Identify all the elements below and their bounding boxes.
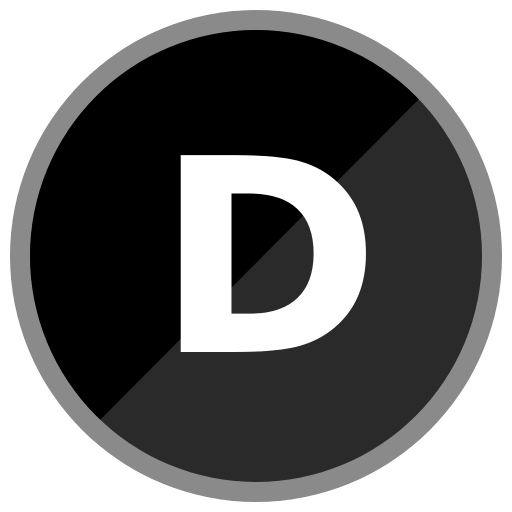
logo-svg: D — [10, 10, 502, 502]
logo-letter: D — [156, 101, 380, 416]
app-icon: D — [0, 0, 512, 512]
